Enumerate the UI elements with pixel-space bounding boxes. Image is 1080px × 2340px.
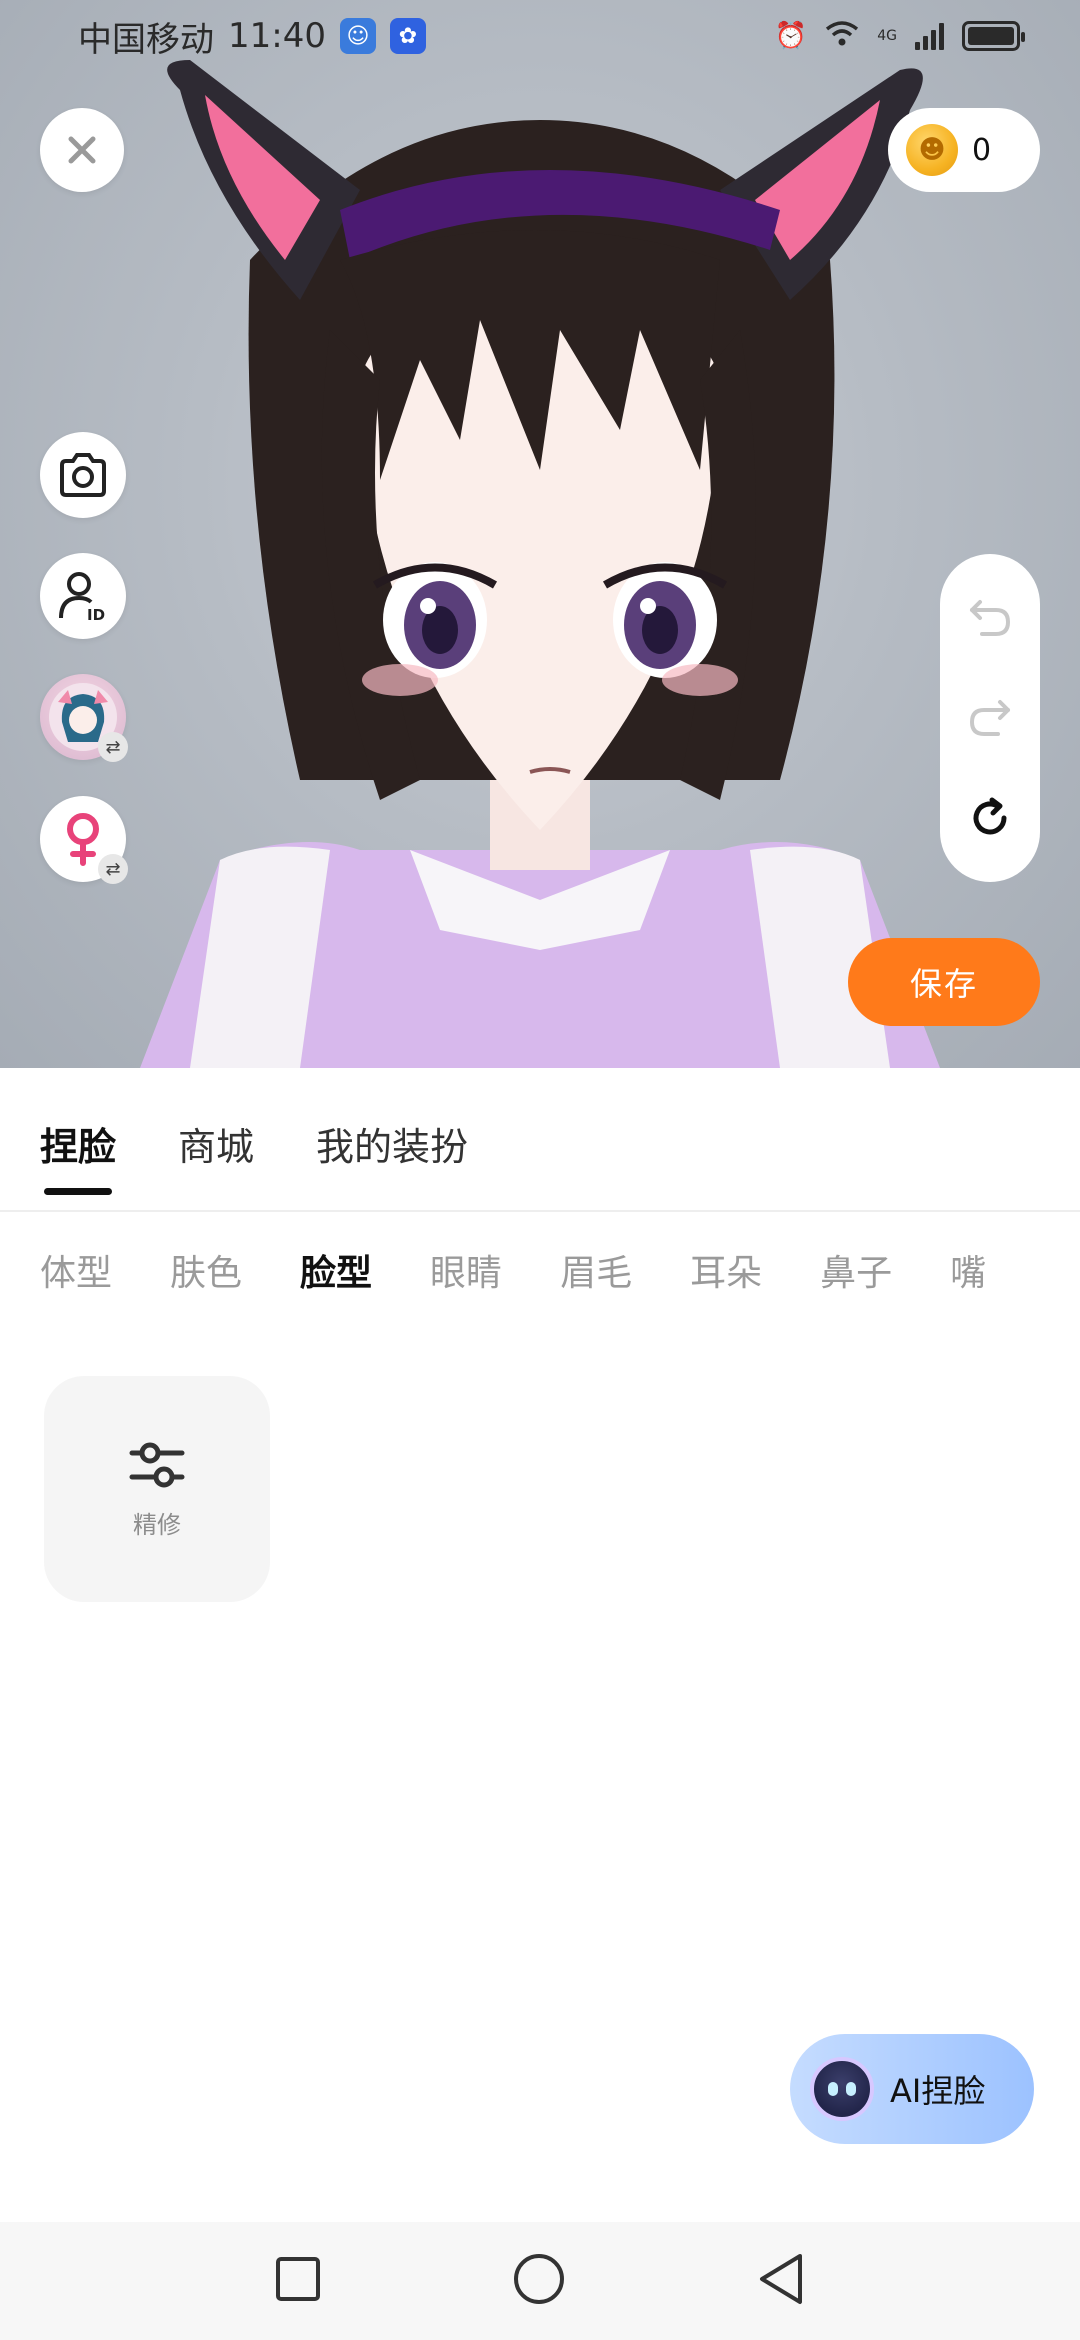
camera-icon	[60, 453, 106, 497]
reset-icon	[973, 797, 1007, 835]
network-type: 4G	[877, 28, 897, 44]
ai-face-label: AI捏脸	[890, 2072, 986, 2110]
avatar-id-button[interactable]: ID	[40, 553, 126, 639]
female-icon	[67, 813, 99, 866]
swap-icon: ⇄	[98, 732, 128, 762]
fine-tune-card[interactable]: 精修	[44, 1376, 270, 1602]
tab-shop[interactable]: 商城	[178, 1116, 254, 1191]
clock: 11:40	[228, 16, 326, 56]
category-face-shape[interactable]: 脸型	[300, 1244, 372, 1296]
category-body[interactable]: 体型	[40, 1244, 112, 1296]
status-right: ⏰ 4G	[774, 19, 1025, 54]
redo-button[interactable]	[960, 688, 1020, 748]
coin-icon: ☻	[906, 124, 958, 176]
history-panel	[940, 554, 1040, 882]
category-eyebrows[interactable]: 眉毛	[560, 1244, 632, 1296]
sliders-icon	[129, 1442, 185, 1487]
user-id-icon: ID	[59, 572, 105, 622]
tab-divider	[0, 1210, 1080, 1212]
carrier-label: 中国移动	[78, 19, 214, 60]
recent-apps-button[interactable]	[274, 2255, 322, 2307]
status-bar: 中国移动 11:40 ☺ ✿ ⏰ 4G	[0, 0, 1080, 72]
undo-button[interactable]	[960, 588, 1020, 648]
robot-icon	[810, 2057, 874, 2121]
avatar-stage[interactable]: 中国移动 11:40 ☺ ✿ ⏰ 4G ☻ 0 ID ⇄ ⇄ 保存	[0, 0, 1080, 1068]
close-icon	[68, 136, 96, 164]
category-ears[interactable]: 耳朵	[690, 1244, 762, 1296]
home-button[interactable]	[512, 2252, 566, 2310]
alarm-icon: ⏰	[774, 21, 808, 51]
circle-icon	[514, 2254, 564, 2304]
save-button[interactable]: 保存	[848, 938, 1040, 1026]
back-button[interactable]	[756, 2252, 806, 2310]
svg-text:ID: ID	[87, 606, 105, 622]
wifi-icon	[825, 19, 859, 54]
ai-face-button[interactable]: AI捏脸	[790, 2034, 1034, 2144]
tab-face-edit[interactable]: 捏脸	[40, 1116, 116, 1195]
fine-tune-label: 精修	[133, 1510, 181, 1539]
triangle-back-icon	[760, 2254, 802, 2304]
category-tabs: 体型 肤色 脸型 眼睛 眉毛 耳朵 鼻子 嘴	[40, 1244, 1080, 1296]
category-skin[interactable]: 肤色	[170, 1244, 242, 1296]
coin-balance[interactable]: ☻ 0	[888, 108, 1040, 192]
system-nav-bar	[0, 2222, 1080, 2340]
redo-icon	[969, 700, 1010, 736]
category-nose[interactable]: 鼻子	[820, 1244, 892, 1296]
tab-my-outfits[interactable]: 我的装扮	[316, 1116, 468, 1191]
battery-icon	[962, 21, 1025, 51]
gender-button[interactable]: ⇄	[40, 796, 128, 884]
swap-icon: ⇄	[98, 854, 128, 884]
app-notification-icon: ☺	[339, 18, 376, 54]
main-tabs: 捏脸 商城 我的装扮	[40, 1116, 468, 1195]
close-button[interactable]	[40, 108, 124, 192]
signal-icon	[915, 22, 944, 50]
status-left: 中国移动 11:40 ☺ ✿	[78, 12, 426, 61]
editor-panel: 捏脸 商城 我的装扮 体型 肤色 脸型 眼睛 眉毛 耳朵 鼻子 嘴 精修 AI捏…	[0, 1068, 1080, 2220]
camera-button[interactable]	[40, 432, 126, 518]
undo-icon	[970, 600, 1011, 636]
switch-avatar-button[interactable]: ⇄	[40, 674, 128, 762]
baidu-notification-icon: ✿	[389, 18, 426, 54]
category-eyes[interactable]: 眼睛	[430, 1244, 502, 1296]
coin-count: 0	[972, 132, 992, 168]
category-mouth[interactable]: 嘴	[950, 1244, 986, 1296]
square-icon	[276, 2257, 320, 2301]
reset-button[interactable]	[960, 788, 1020, 848]
